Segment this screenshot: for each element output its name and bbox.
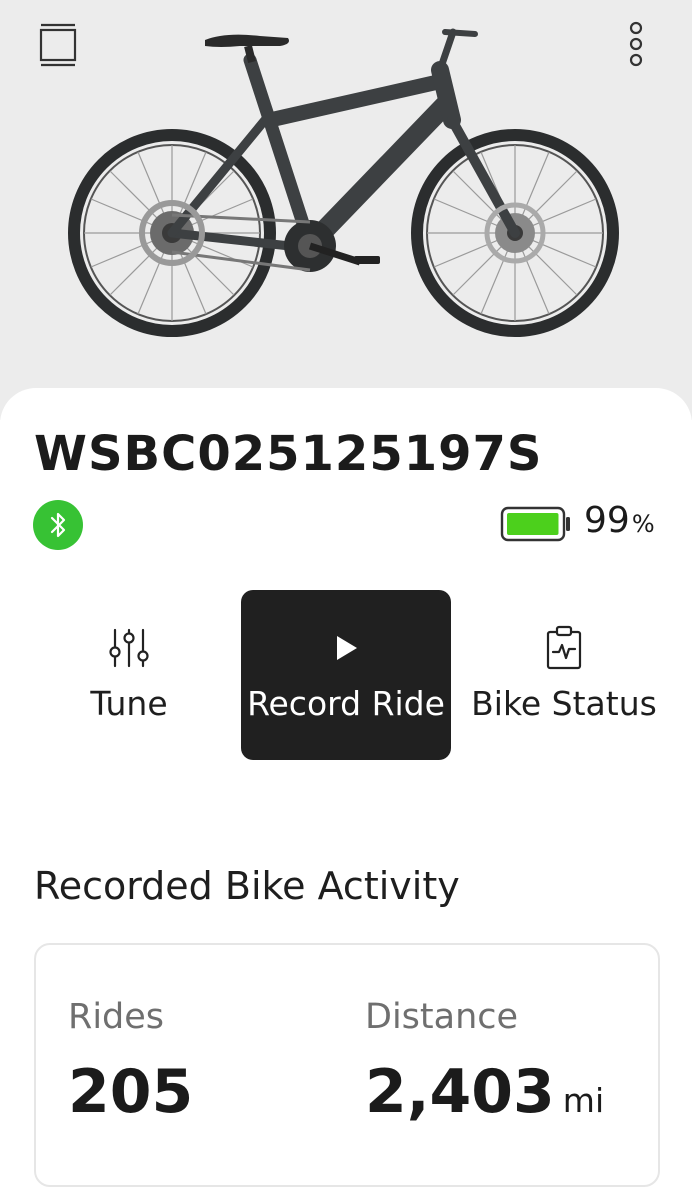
play-icon bbox=[331, 626, 361, 670]
bike-status-label: Bike Status bbox=[471, 684, 657, 723]
battery-percentage: 99% bbox=[584, 500, 655, 541]
battery-indicator: 99% bbox=[500, 500, 670, 544]
bike-status-button[interactable]: Bike Status bbox=[462, 590, 666, 760]
distance-unit: mi bbox=[562, 1081, 605, 1120]
tune-button[interactable]: Tune bbox=[44, 590, 214, 760]
tune-label: Tune bbox=[90, 684, 168, 723]
tune-sliders-icon bbox=[107, 626, 151, 670]
record-ride-button[interactable]: Record Ride bbox=[241, 590, 451, 760]
distance-value: 2,403 bbox=[365, 1057, 555, 1127]
battery-percent-unit: % bbox=[631, 510, 655, 538]
bike-hero-area bbox=[0, 0, 692, 420]
distance-label: Distance bbox=[365, 997, 519, 1037]
activity-card[interactable]: Rides 205 Distance 2,403 mi bbox=[34, 943, 660, 1187]
rides-value: 205 bbox=[68, 1057, 194, 1127]
bluetooth-icon bbox=[33, 500, 83, 550]
distance-stat: 2,403 mi bbox=[365, 1057, 604, 1127]
section-title-activity: Recorded Bike Activity bbox=[34, 864, 460, 908]
battery-icon bbox=[500, 506, 570, 542]
bike-name: WSBC025125197S bbox=[34, 426, 543, 482]
record-ride-label: Record Ride bbox=[247, 684, 445, 723]
bike-details-sheet: WSBC025125197S 99% Tune Record Ride Bike… bbox=[0, 388, 692, 1187]
clipboard-pulse-icon bbox=[544, 625, 584, 670]
battery-percent-value: 99 bbox=[584, 500, 630, 541]
rides-label: Rides bbox=[68, 997, 165, 1037]
bike-image bbox=[68, 28, 619, 337]
